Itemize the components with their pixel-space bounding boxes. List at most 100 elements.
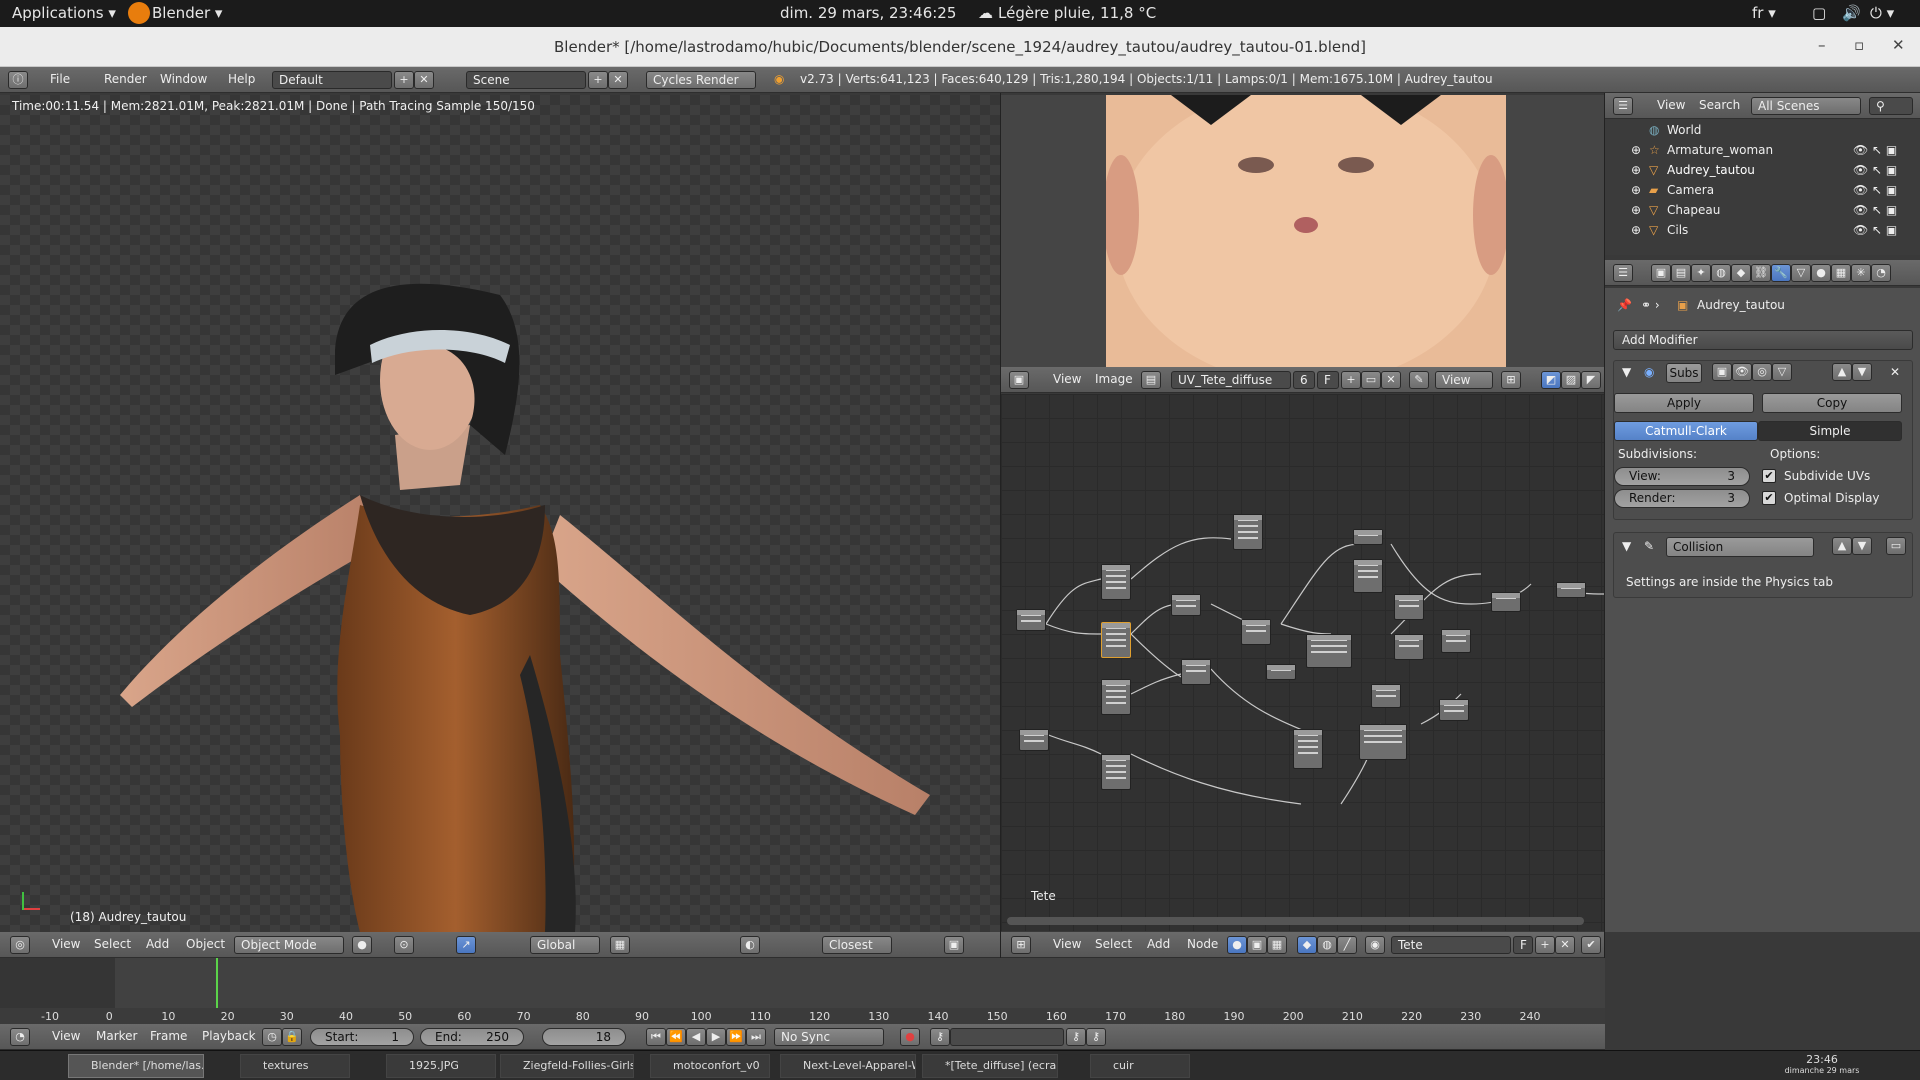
- simple-button[interactable]: Simple: [1758, 421, 1902, 441]
- node-selected[interactable]: [1101, 622, 1131, 658]
- world-shader-icon[interactable]: ◍: [1317, 936, 1337, 954]
- properties-type-icon[interactable]: ☰: [1613, 264, 1633, 282]
- node[interactable]: [1353, 559, 1383, 593]
- particles-tab-icon[interactable]: ✳: [1851, 264, 1871, 282]
- pin-icon[interactable]: ✎: [1409, 371, 1429, 389]
- end-frame-field[interactable]: End: 250: [420, 1028, 524, 1046]
- subdivide-uvs-checkbox[interactable]: ✔: [1762, 469, 1776, 483]
- task-motoconfort[interactable]: motoconfort_v0: [650, 1054, 770, 1078]
- material-browse-icon[interactable]: ◉: [1365, 936, 1385, 954]
- image-fake-user[interactable]: F: [1317, 371, 1339, 389]
- remove-scene-icon[interactable]: ✕: [608, 71, 628, 89]
- window-icon[interactable]: ▢: [1812, 4, 1826, 22]
- line-style-icon[interactable]: ╱: [1337, 936, 1357, 954]
- image-view-mode[interactable]: View: [1435, 371, 1493, 389]
- visibility-icon[interactable]: 👁 ↖ ▣: [1853, 203, 1897, 217]
- keying-set-field[interactable]: [950, 1028, 1064, 1046]
- area-separator[interactable]: [1604, 93, 1605, 958]
- weather-label[interactable]: Légère pluie, 11,8 °C: [998, 4, 1156, 22]
- outliner-item-cils[interactable]: ⊕ ▽ Cils 👁 ↖ ▣: [1605, 223, 1920, 243]
- collision-name-field[interactable]: Collision: [1666, 537, 1814, 557]
- material-tab-icon[interactable]: ●: [1811, 264, 1831, 282]
- menu-view[interactable]: View: [52, 937, 80, 951]
- node-menu-node[interactable]: Node: [1187, 937, 1218, 951]
- physics-tab-icon[interactable]: ◔: [1871, 264, 1891, 282]
- layers-tab-icon[interactable]: ▤: [1671, 264, 1691, 282]
- applications-menu[interactable]: Applications ▾: [12, 4, 116, 22]
- outliner-item-audrey[interactable]: ⊕ ▽ Audrey_tautou 👁 ↖ ▣: [1605, 163, 1920, 183]
- preview-range-icon[interactable]: ◷: [262, 1028, 282, 1046]
- modifier-name-field[interactable]: Subs: [1666, 363, 1702, 383]
- compositing-tree-icon[interactable]: ▣: [1247, 936, 1267, 954]
- delete-keyframe-icon[interactable]: ⚷: [1086, 1028, 1106, 1046]
- pivot-icon[interactable]: ⊙: [394, 936, 414, 954]
- outliner-item-world[interactable]: ◍ World: [1605, 123, 1920, 143]
- node[interactable]: [1491, 592, 1521, 612]
- image-menu-image[interactable]: Image: [1095, 372, 1133, 386]
- play-icon[interactable]: ▶: [706, 1028, 726, 1046]
- horizontal-scrollbar[interactable]: [1007, 917, 1584, 925]
- node[interactable]: [1101, 754, 1131, 790]
- expand-icon[interactable]: ⊕: [1631, 163, 1641, 177]
- node[interactable]: [1371, 684, 1401, 708]
- node[interactable]: [1171, 594, 1201, 616]
- collision-options-icon[interactable]: ▭: [1886, 537, 1906, 555]
- cage-toggle-icon[interactable]: ▽: [1772, 363, 1792, 381]
- render-levels-field[interactable]: Render: 3: [1614, 489, 1750, 508]
- menu-render[interactable]: Render: [104, 72, 147, 86]
- node-editor-type-icon[interactable]: ⊞: [1011, 936, 1031, 954]
- editmode-toggle-icon[interactable]: ◎: [1752, 363, 1772, 381]
- maximize-icon[interactable]: ▫: [1854, 36, 1864, 54]
- open-image-icon[interactable]: ▭: [1361, 371, 1381, 389]
- expand-icon[interactable]: ⊕: [1631, 223, 1641, 237]
- insert-keyframe-icon[interactable]: ⚷: [1066, 1028, 1086, 1046]
- copy-button[interactable]: Copy: [1762, 393, 1902, 413]
- texture-tree-icon[interactable]: ▦: [1267, 936, 1287, 954]
- material-fake-user[interactable]: F: [1513, 936, 1533, 954]
- constraints-tab-icon[interactable]: ⛓: [1751, 264, 1771, 282]
- add-modifier-button[interactable]: Add Modifier: [1613, 330, 1913, 350]
- info-editor-type-icon[interactable]: ⓘ: [8, 71, 28, 89]
- object-tab-icon[interactable]: ◆: [1731, 264, 1751, 282]
- remove-modifier-icon[interactable]: ✕: [1890, 365, 1900, 379]
- outliner-menu-view[interactable]: View: [1657, 98, 1685, 112]
- object-shader-icon[interactable]: ◆: [1297, 936, 1317, 954]
- collapse-icon[interactable]: ▼: [1622, 365, 1631, 379]
- sync-select[interactable]: No Sync: [774, 1028, 884, 1046]
- jump-end-icon[interactable]: ⏭: [746, 1028, 766, 1046]
- task-tete-diffuse[interactable]: *[Tete_diffuse] (ecra...: [922, 1054, 1058, 1078]
- modifiers-tab-icon[interactable]: 🔧: [1771, 264, 1791, 282]
- node[interactable]: [1394, 634, 1424, 660]
- taskbar-clock[interactable]: 23:46 dimanche 29 mars: [1782, 1053, 1862, 1075]
- render-engine-select[interactable]: Cycles Render: [646, 71, 756, 89]
- node[interactable]: [1101, 679, 1131, 715]
- 3d-viewport[interactable]: Time:00:11.54 | Mem:2821.01M, Peak:2821.…: [0, 95, 1000, 932]
- editor-type-icon[interactable]: ◎: [10, 936, 30, 954]
- jump-start-icon[interactable]: ⏮: [646, 1028, 666, 1046]
- world-tab-icon[interactable]: ◍: [1711, 264, 1731, 282]
- mode-select[interactable]: Object Mode: [234, 936, 344, 954]
- node[interactable]: [1394, 594, 1424, 620]
- manipulator-icon[interactable]: ↗: [456, 936, 476, 954]
- image-editor[interactable]: [1001, 95, 1604, 367]
- timeline-menu-frame[interactable]: Frame: [150, 1029, 187, 1043]
- node[interactable]: [1266, 664, 1296, 680]
- shader-tree-icon[interactable]: ●: [1227, 936, 1247, 954]
- collapse-icon[interactable]: ▼: [1622, 539, 1631, 553]
- node[interactable]: [1306, 634, 1352, 668]
- node[interactable]: [1101, 564, 1131, 600]
- orientation-select[interactable]: Global: [530, 936, 600, 954]
- node[interactable]: [1556, 582, 1586, 598]
- node[interactable]: [1019, 729, 1049, 751]
- visibility-icon[interactable]: 👁 ↖ ▣: [1853, 163, 1897, 177]
- properties-editor[interactable]: 📌 ⚭ › ▣ Audrey_tautou Add Modifier ▼ ◉ S…: [1605, 288, 1920, 932]
- clock[interactable]: dim. 29 mars, 23:46:25: [780, 4, 956, 22]
- task-textures[interactable]: textures: [240, 1054, 350, 1078]
- node[interactable]: [1233, 514, 1263, 550]
- optimal-display-checkbox[interactable]: ✔: [1762, 491, 1776, 505]
- image-name-field[interactable]: UV_Tete_diffuse: [1171, 371, 1291, 389]
- move-down-icon[interactable]: ▼: [1852, 537, 1872, 555]
- node[interactable]: [1293, 729, 1323, 769]
- image-browse-icon[interactable]: ▤: [1141, 371, 1161, 389]
- task-1925-jpg[interactable]: 1925.JPG: [386, 1054, 496, 1078]
